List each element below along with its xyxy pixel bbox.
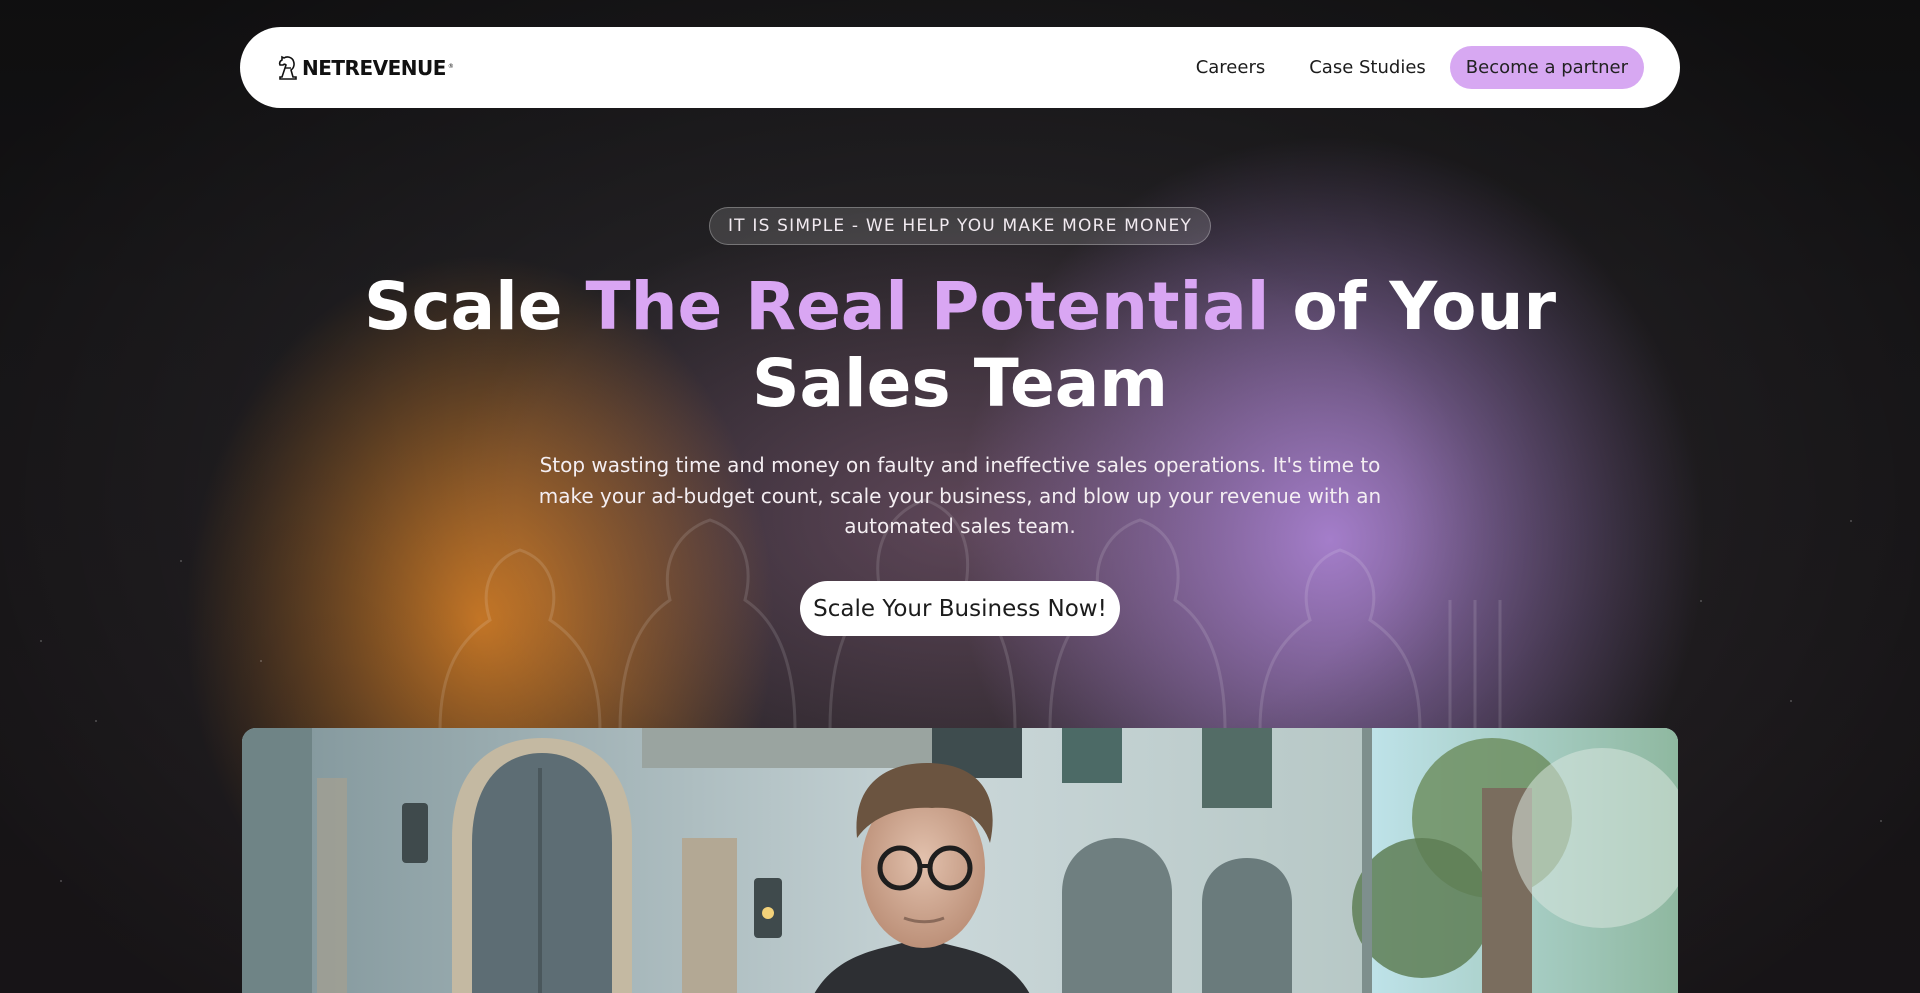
scale-business-button[interactable]: Scale Your Business Now! bbox=[800, 581, 1120, 636]
headline-pre: Scale bbox=[363, 268, 586, 345]
site-logo[interactable]: NETREVENUE ® bbox=[276, 55, 454, 81]
nav-link-careers[interactable]: Careers bbox=[1174, 47, 1288, 88]
chess-knight-logo-icon bbox=[278, 55, 297, 80]
man-in-front-of-villa-image bbox=[242, 728, 1678, 993]
nav-links: Careers Case Studies Become a partner bbox=[1174, 46, 1644, 89]
hero-headline: Scale The Real Potential of Your Sales T… bbox=[360, 268, 1560, 422]
become-partner-button[interactable]: Become a partner bbox=[1449, 46, 1644, 89]
headline-accent: The Real Potential bbox=[585, 268, 1270, 345]
hero-photo bbox=[242, 728, 1678, 993]
hero-eyebrow-badge: IT IS SIMPLE - WE HELP YOU MAKE MORE MON… bbox=[709, 207, 1211, 245]
logo-wordmark: NETREVENUE bbox=[302, 55, 446, 80]
registered-mark: ® bbox=[447, 63, 454, 70]
hero-subtext: Stop wasting time and money on faulty an… bbox=[538, 453, 1382, 538]
nav-link-case-studies[interactable]: Case Studies bbox=[1287, 47, 1448, 88]
top-navbar: NETREVENUE ® Careers Case Studies Become… bbox=[240, 27, 1680, 108]
